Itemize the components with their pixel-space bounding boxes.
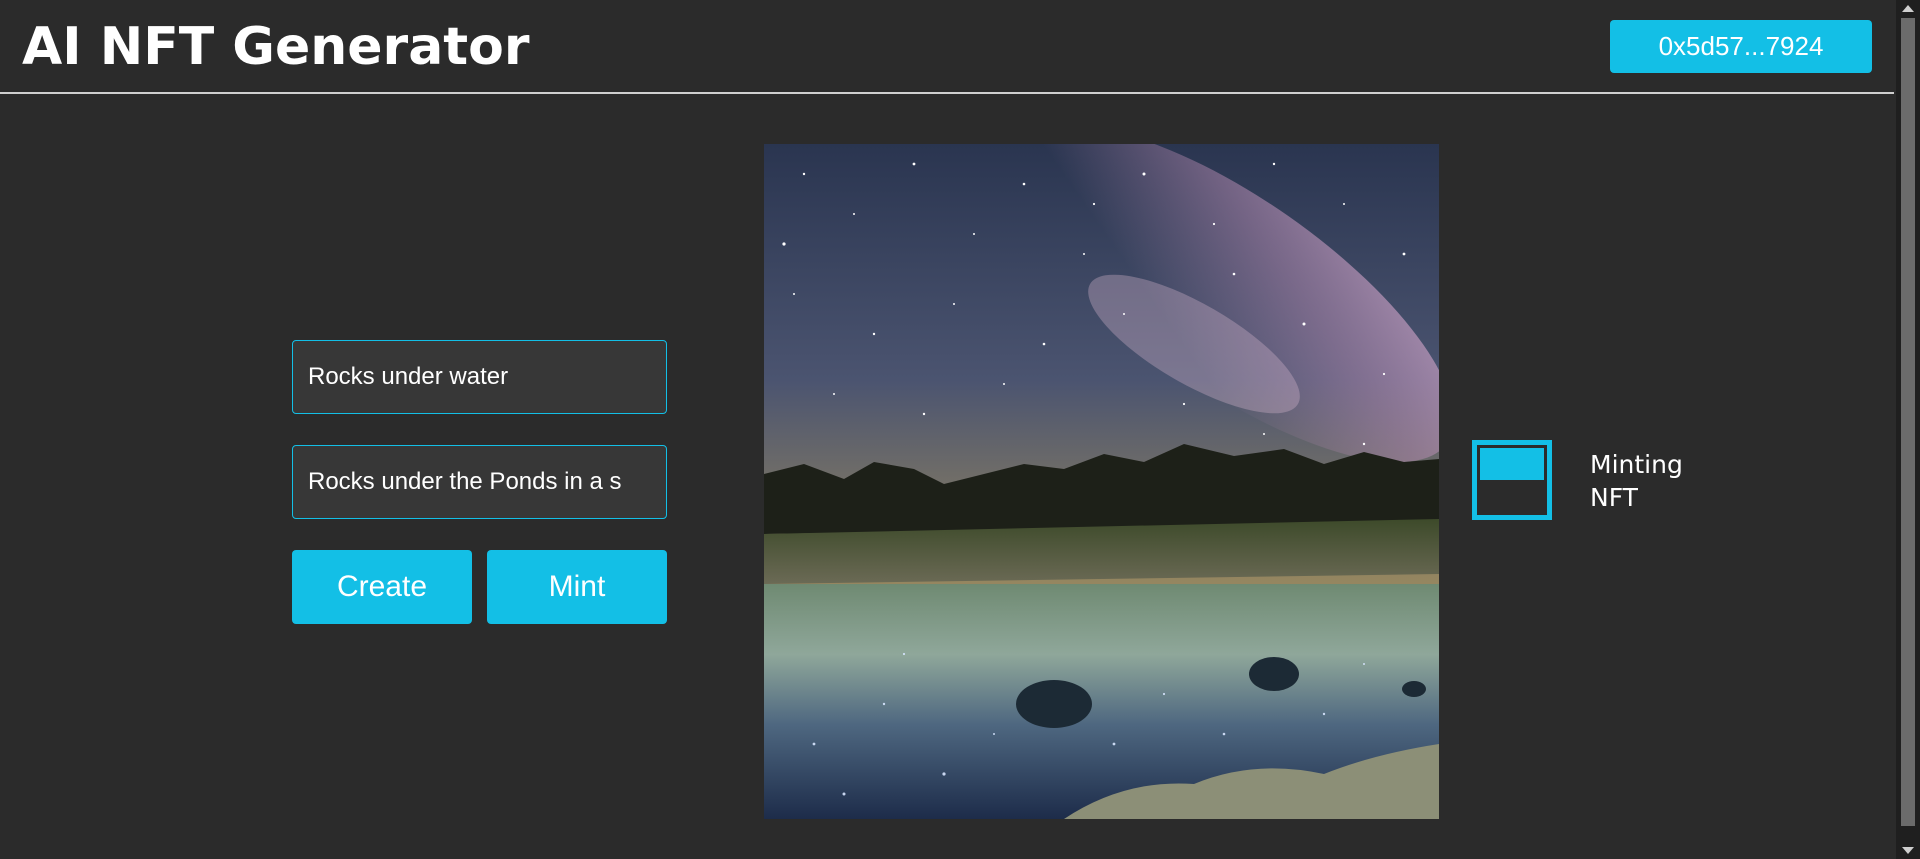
vertical-scrollbar[interactable]	[1896, 0, 1920, 859]
app-title: AI NFT Generator	[22, 17, 530, 77]
status-line-1: Minting	[1590, 450, 1683, 479]
wallet-address-button[interactable]: 0x5d57...7924	[1610, 20, 1872, 73]
scroll-up-arrow-icon[interactable]	[1902, 5, 1914, 12]
app-header: AI NFT Generator 0x5d57...7924	[0, 0, 1894, 94]
nft-name-input[interactable]	[292, 340, 667, 414]
scroll-down-arrow-icon[interactable]	[1902, 847, 1914, 854]
status-line-2: NFT	[1590, 483, 1638, 512]
minting-status-text: Minting NFT	[1590, 448, 1730, 514]
scrollbar-thumb[interactable]	[1901, 18, 1915, 826]
mint-button[interactable]: Mint	[487, 550, 667, 624]
create-button[interactable]: Create	[292, 550, 472, 624]
progress-loader-icon	[1472, 440, 1552, 520]
nft-description-input[interactable]	[292, 445, 667, 519]
generated-nft-image	[764, 144, 1439, 819]
